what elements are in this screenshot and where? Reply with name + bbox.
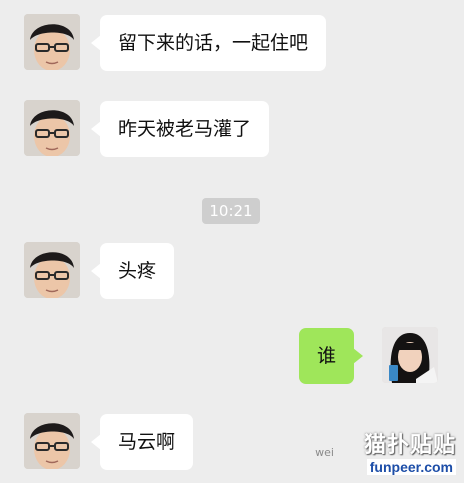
- self-avatar[interactable]: [382, 327, 438, 383]
- message-bubble-outgoing[interactable]: 谁: [299, 328, 364, 384]
- message-bubble[interactable]: 昨天被老马灌了: [90, 101, 270, 157]
- watermark-weibo-text: wei: [315, 446, 334, 459]
- watermark-url: funpeer.com: [366, 459, 456, 475]
- message-bubble[interactable]: 头疼: [90, 243, 175, 299]
- timestamp: 10:21: [202, 198, 260, 224]
- chat-window: 留下来的话，一起住吧 昨天被老马灌了 10:21 头疼 谁 马云啊 wei 猫扑…: [0, 0, 464, 483]
- message-bubble[interactable]: 留下来的话，一起住吧: [90, 15, 327, 71]
- girl-avatar-icon: [382, 327, 438, 383]
- boy-glasses-avatar-icon: [24, 413, 80, 469]
- contact-avatar[interactable]: [24, 14, 80, 70]
- contact-avatar[interactable]: [24, 100, 80, 156]
- contact-avatar[interactable]: [24, 413, 80, 469]
- watermark-logo: 猫扑贴贴: [363, 432, 456, 457]
- boy-glasses-avatar-icon: [24, 242, 80, 298]
- contact-avatar[interactable]: [24, 242, 80, 298]
- watermark: 猫扑贴贴 funpeer.com: [364, 427, 456, 477]
- message-bubble[interactable]: 马云啊: [90, 414, 194, 470]
- boy-glasses-avatar-icon: [24, 14, 80, 70]
- boy-glasses-avatar-icon: [24, 100, 80, 156]
